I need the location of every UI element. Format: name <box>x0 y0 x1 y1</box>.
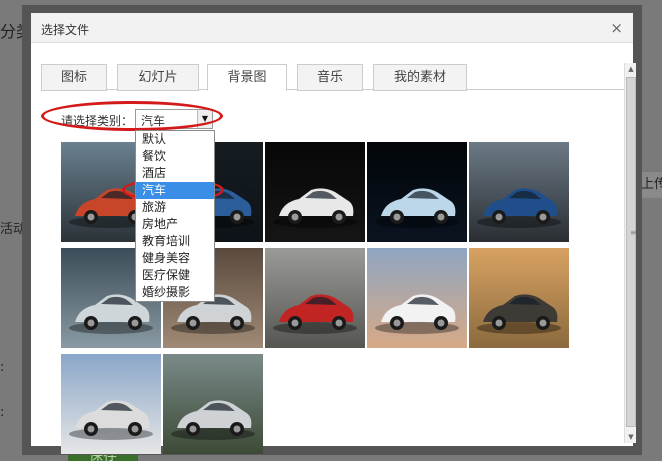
bg-side-colon: : <box>0 360 5 375</box>
tab-background[interactable]: 背景图 <box>207 64 287 91</box>
scroll-down-icon[interactable]: ▼ <box>625 431 637 443</box>
category-option[interactable]: 医疗保健 <box>136 267 214 284</box>
dialog-title: 选择文件 <box>41 23 90 37</box>
bg-side-colon: : <box>0 405 5 420</box>
car-photo <box>163 354 263 454</box>
tab-icons[interactable]: 图标 <box>41 64 107 91</box>
car-photo <box>469 142 569 242</box>
tab-music[interactable]: 音乐 <box>297 64 363 91</box>
tab-my-assets[interactable]: 我的素材 <box>373 64 467 91</box>
image-thumbnail-car-blue-bmw-m6[interactable] <box>469 142 569 242</box>
image-thumbnail-car-red-highway[interactable] <box>265 248 365 348</box>
scroll-up-icon[interactable]: ▲ <box>625 63 637 75</box>
category-option[interactable]: 汽车 <box>136 182 214 199</box>
category-option[interactable]: 教育培训 <box>136 233 214 250</box>
car-photo <box>265 248 365 348</box>
chevron-down-icon[interactable]: ▼ <box>197 110 212 128</box>
category-select-value: 汽车 <box>141 114 166 128</box>
tab-slides[interactable]: 幻灯片 <box>117 64 199 91</box>
category-option[interactable]: 婚纱摄影 <box>136 284 214 301</box>
category-option[interactable]: 酒店 <box>136 165 214 182</box>
car-photo <box>469 248 569 348</box>
image-thumbnail-car-white-carrera[interactable] <box>61 354 161 454</box>
car-photo <box>265 142 365 242</box>
car-photo <box>61 354 161 454</box>
scrollbar[interactable]: ▲ ≡ ▼ <box>624 63 637 443</box>
close-icon[interactable]: × <box>610 19 623 37</box>
category-dropdown: 默认 餐饮 酒店 汽车 旅游 房地产 教育培训 健身美容 医疗保健 婚纱摄影 <box>135 130 215 302</box>
category-select[interactable]: 汽车 ▼ <box>135 109 213 129</box>
category-option[interactable]: 旅游 <box>136 199 214 216</box>
image-thumbnail-car-dark-desert[interactable] <box>469 248 569 348</box>
category-label: 请选择类别： <box>61 114 134 128</box>
category-option[interactable]: 房地产 <box>136 216 214 233</box>
image-thumbnail-car-silver-neon[interactable] <box>367 142 467 242</box>
image-thumbnail-car-white-porsche-dark[interactable] <box>265 142 365 242</box>
category-option[interactable]: 健身美容 <box>136 250 214 267</box>
select-file-dialog: 选择文件 × 图标 幻灯片 背景图 音乐 我的素材 请选择类别： 汽车 ▼ 默认… <box>22 5 642 455</box>
image-thumbnail-car-silver-mountain[interactable] <box>163 354 263 454</box>
tab-bar: 图标 幻灯片 背景图 音乐 我的素材 <box>41 60 629 91</box>
scroll-thumb[interactable]: ≡ <box>626 77 637 427</box>
category-option[interactable]: 餐饮 <box>136 148 214 165</box>
image-thumbnail-car-white-lake[interactable] <box>367 248 467 348</box>
dialog-titlebar[interactable]: 选择文件 × <box>31 13 633 43</box>
car-photo <box>367 142 467 242</box>
car-photo <box>367 248 467 348</box>
grip-icon: ≡ <box>630 228 637 237</box>
category-option[interactable]: 默认 <box>136 131 214 148</box>
